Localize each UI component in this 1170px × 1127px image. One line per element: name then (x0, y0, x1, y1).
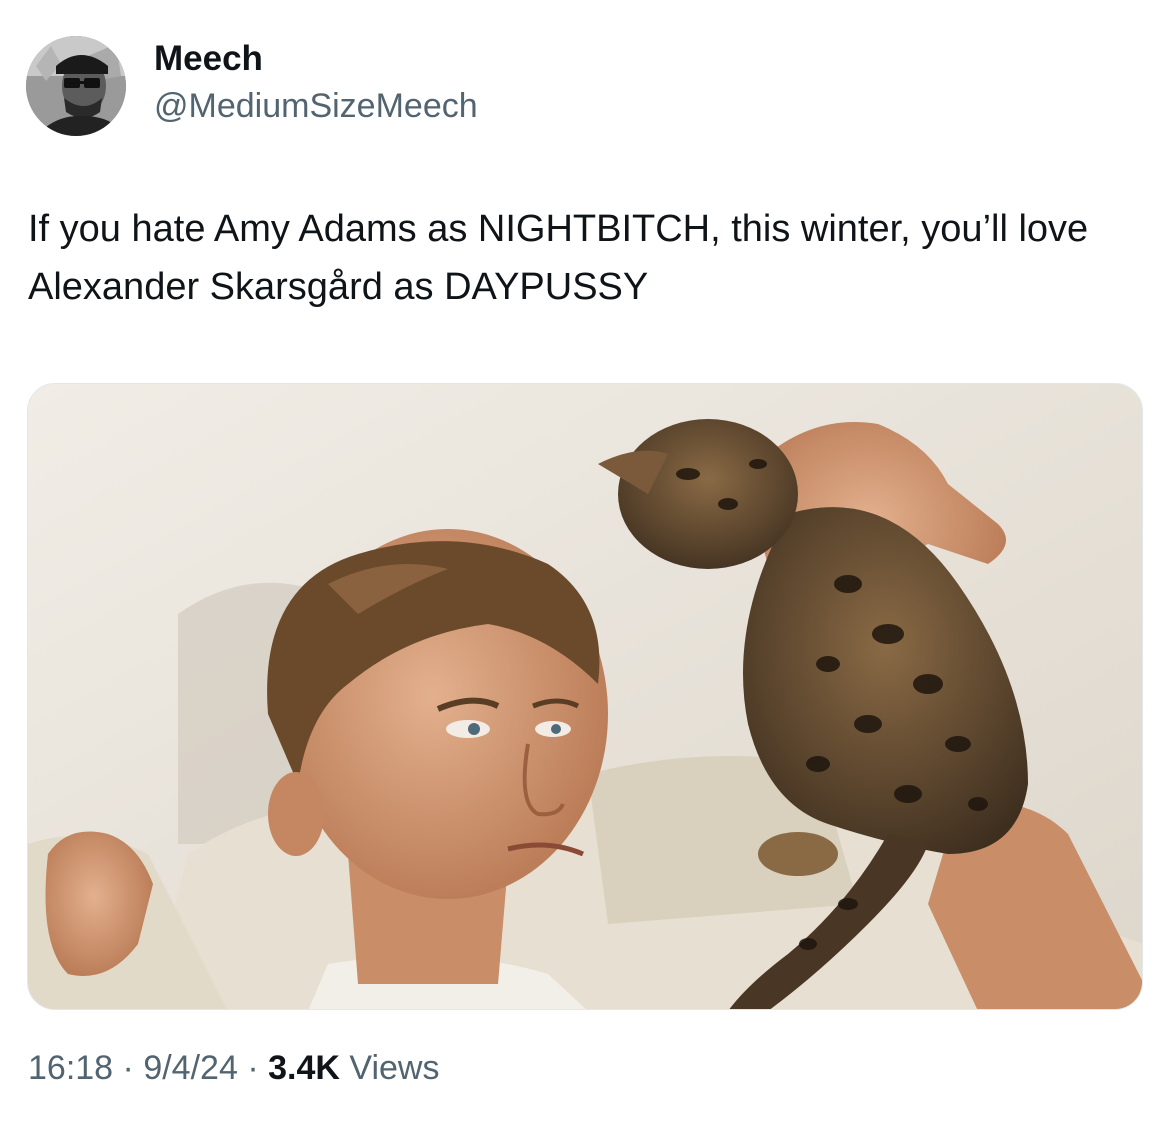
author-avatar[interactable] (26, 36, 126, 136)
tweet-date[interactable]: 9/4/24 (143, 1049, 238, 1087)
author-handle[interactable]: @MediumSizeMeech (154, 84, 478, 128)
tweet-header: Meech @MediumSizeMeech (26, 36, 478, 136)
avatar-image (26, 36, 126, 136)
views-label: Views (349, 1049, 440, 1087)
tweet-media-photo[interactable] (27, 383, 1143, 1010)
tweet-text: If you hate Amy Adams as NIGHTBITCH, thi… (28, 208, 1089, 308)
footer-separator: · (122, 1049, 134, 1087)
author-display-name[interactable]: Meech (154, 36, 478, 82)
tweet-footer: 16:18 · 9/4/24 · 3.4K Views (28, 1046, 439, 1090)
tweet-time[interactable]: 16:18 (28, 1049, 113, 1087)
tweet-card: Meech @MediumSizeMeech If you hate Amy A… (0, 0, 1170, 1127)
author-names: Meech @MediumSizeMeech (154, 36, 478, 128)
views-count: 3.4K (268, 1049, 340, 1087)
media-image (28, 384, 1142, 1009)
footer-separator: · (247, 1049, 259, 1087)
